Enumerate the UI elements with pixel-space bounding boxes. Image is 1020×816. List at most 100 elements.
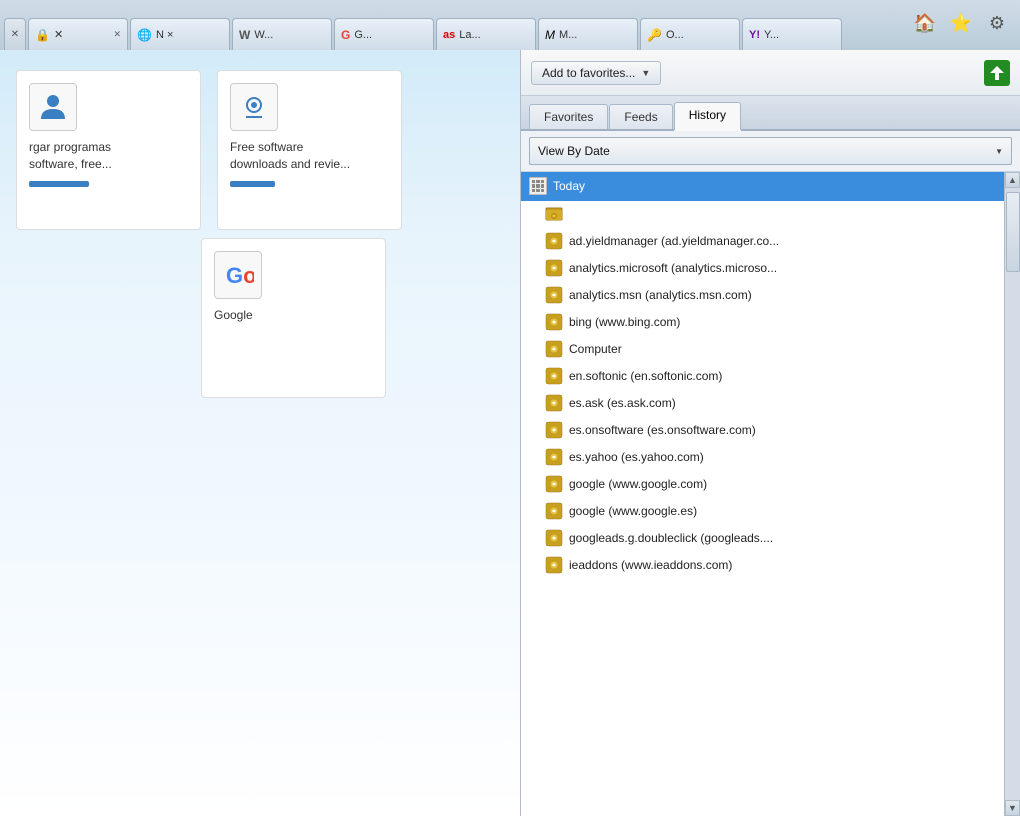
history-scrollbar: ▲ ▼ bbox=[1004, 172, 1020, 816]
favicon-es-onsoftware bbox=[545, 421, 563, 439]
history-item-analytics-microsoft[interactable]: analytics.microsoft (analytics.microso..… bbox=[521, 255, 1004, 282]
tab-3-icon: W bbox=[239, 28, 250, 42]
tab-5-label: La... bbox=[459, 29, 480, 41]
tab-favorites[interactable]: Favorites bbox=[529, 104, 608, 129]
view-dropdown-label: View By Date bbox=[538, 144, 610, 158]
site-label-analytics-microsoft: analytics.microsoft (analytics.microso..… bbox=[569, 261, 777, 275]
folder-favicon-icon bbox=[545, 205, 563, 223]
card-2-bar bbox=[230, 181, 275, 187]
tab-8-label: Y... bbox=[764, 29, 779, 41]
history-item-bing[interactable]: bing (www.bing.com) bbox=[521, 309, 1004, 336]
tab-feeds[interactable]: Feeds bbox=[609, 104, 672, 129]
tab-6-icon: M bbox=[545, 28, 555, 42]
history-list-wrap: Today ad.yieldmanager (ad. bbox=[521, 172, 1020, 816]
favicon-ieaddons bbox=[545, 556, 563, 574]
tab-5[interactable]: as La... bbox=[436, 18, 536, 50]
green-arrow-icon bbox=[988, 64, 1006, 82]
favicon-computer bbox=[545, 340, 563, 358]
nav-icons: 🏠 ⭐ ⚙ bbox=[910, 8, 1012, 38]
view-by-date-dropdown[interactable]: View By Date ▼ bbox=[529, 137, 1012, 165]
scrollbar-down-arrow[interactable]: ▼ bbox=[1005, 800, 1020, 816]
fav-tabs-row: Favorites Feeds History bbox=[521, 96, 1020, 131]
history-item-es-ask[interactable]: es.ask (es.ask.com) bbox=[521, 390, 1004, 417]
history-item-ieaddons[interactable]: ieaddons (www.ieaddons.com) bbox=[521, 552, 1004, 579]
favicon-en-softonic bbox=[545, 367, 563, 385]
favicon-googleads bbox=[545, 529, 563, 547]
person-icon bbox=[37, 91, 69, 123]
tab-2-label: N × bbox=[156, 29, 173, 41]
history-item-ad-yieldmanager[interactable]: ad.yieldmanager (ad.yieldmanager.co... bbox=[521, 228, 1004, 255]
card-1-bar bbox=[29, 181, 89, 187]
view-dropdown-arrow: ▼ bbox=[995, 147, 1003, 156]
add-fav-dropdown-arrow: ▼ bbox=[641, 68, 650, 78]
tab-2[interactable]: 🌐 N × bbox=[130, 18, 230, 50]
history-item-folder[interactable] bbox=[521, 201, 1004, 228]
history-item-computer[interactable]: Computer bbox=[521, 336, 1004, 363]
history-list: Today ad.yieldmanager (ad. bbox=[521, 172, 1004, 816]
home-icon[interactable]: 🏠 bbox=[910, 8, 940, 38]
tab-7[interactable]: 🔑 O... bbox=[640, 18, 740, 50]
tab-close-all[interactable]: ✕ bbox=[4, 18, 26, 50]
content-row-2: Goog Google bbox=[16, 246, 474, 398]
tab-1-close[interactable]: ✕ bbox=[113, 29, 121, 40]
scrollbar-up-arrow[interactable]: ▲ bbox=[1005, 172, 1020, 188]
scrollbar-thumb[interactable] bbox=[1006, 192, 1020, 272]
site-label-googleads: googleads.g.doubleclick (googleads.... bbox=[569, 531, 773, 545]
tab-history[interactable]: History bbox=[674, 102, 741, 131]
content-card-1: rgar programassoftware, free... bbox=[16, 70, 201, 230]
add-fav-label: Add to favorites... bbox=[542, 66, 635, 80]
history-item-analytics-msn[interactable]: analytics.msn (analytics.msn.com) bbox=[521, 282, 1004, 309]
today-label: Today bbox=[553, 179, 585, 193]
tab-3[interactable]: W W... bbox=[232, 18, 332, 50]
tab-1-icon: 🔒 bbox=[35, 28, 50, 42]
favicon-ad-yieldmanager bbox=[545, 232, 563, 250]
favorites-panel: Add to favorites... ▼ Favorites Feeds Hi… bbox=[520, 50, 1020, 816]
card-1-icon-box bbox=[29, 83, 77, 131]
history-item-google-es[interactable]: google (www.google.es) bbox=[521, 498, 1004, 525]
history-item-es-yahoo[interactable]: es.yahoo (es.yahoo.com) bbox=[521, 444, 1004, 471]
history-today-header[interactable]: Today bbox=[521, 172, 1004, 201]
tab-1-label: ✕ bbox=[54, 28, 63, 41]
favicon-bing bbox=[545, 313, 563, 331]
tab-1[interactable]: 🔒 ✕ ✕ bbox=[28, 18, 128, 50]
site-label-es-ask: es.ask (es.ask.com) bbox=[569, 396, 676, 410]
favicon-google-es bbox=[545, 502, 563, 520]
favicon-es-ask bbox=[545, 394, 563, 412]
favicon-analytics-microsoft bbox=[545, 259, 563, 277]
site-label-ieaddons: ieaddons (www.ieaddons.com) bbox=[569, 558, 732, 572]
favicon-google-com bbox=[545, 475, 563, 493]
tab-6[interactable]: M M... bbox=[538, 18, 638, 50]
calendar-icon bbox=[529, 177, 547, 195]
history-item-google-com[interactable]: google (www.google.com) bbox=[521, 471, 1004, 498]
card-3-icon-box: Goog bbox=[214, 251, 262, 299]
site-label-bing: bing (www.bing.com) bbox=[569, 315, 680, 329]
card-3-text: Google bbox=[214, 307, 373, 324]
tab-feeds-label: Feeds bbox=[624, 110, 657, 124]
history-item-en-softonic[interactable]: en.softonic (en.softonic.com) bbox=[521, 363, 1004, 390]
green-icon-button[interactable] bbox=[984, 60, 1010, 86]
card-2-icon-box bbox=[230, 83, 278, 131]
tab-4[interactable]: G G... bbox=[334, 18, 434, 50]
settings-gear-icon[interactable]: ⚙ bbox=[982, 8, 1012, 38]
content-area: rgar programassoftware, free... Free sof… bbox=[0, 50, 490, 816]
tab-2-icon: 🌐 bbox=[137, 28, 152, 42]
svg-text:Goog: Goog bbox=[226, 263, 254, 288]
add-favorites-bar: Add to favorites... ▼ bbox=[521, 50, 1020, 96]
add-to-favorites-button[interactable]: Add to favorites... ▼ bbox=[531, 61, 661, 85]
favicon-es-yahoo bbox=[545, 448, 563, 466]
card-2-text: Free softwaredownloads and revie... bbox=[230, 139, 389, 173]
favorites-star-icon[interactable]: ⭐ bbox=[946, 8, 976, 38]
google-multicolor-icon: Goog bbox=[222, 259, 254, 291]
tab-5-icon: as bbox=[443, 29, 455, 41]
card-1-text: rgar programassoftware, free... bbox=[29, 139, 188, 173]
content-card-3: Goog Google bbox=[201, 238, 386, 398]
content-card-2: Free softwaredownloads and revie... bbox=[217, 70, 402, 230]
site-label-computer: Computer bbox=[569, 342, 622, 356]
site-label-analytics-msn: analytics.msn (analytics.msn.com) bbox=[569, 288, 752, 302]
content-row-1: rgar programassoftware, free... Free sof… bbox=[16, 70, 474, 230]
history-item-es-onsoftware[interactable]: es.onsoftware (es.onsoftware.com) bbox=[521, 417, 1004, 444]
tab-3-label: W... bbox=[254, 29, 273, 41]
tab-7-icon: 🔑 bbox=[647, 28, 662, 42]
tab-8[interactable]: Y! Y... bbox=[742, 18, 842, 50]
history-item-googleads[interactable]: googleads.g.doubleclick (googleads.... bbox=[521, 525, 1004, 552]
